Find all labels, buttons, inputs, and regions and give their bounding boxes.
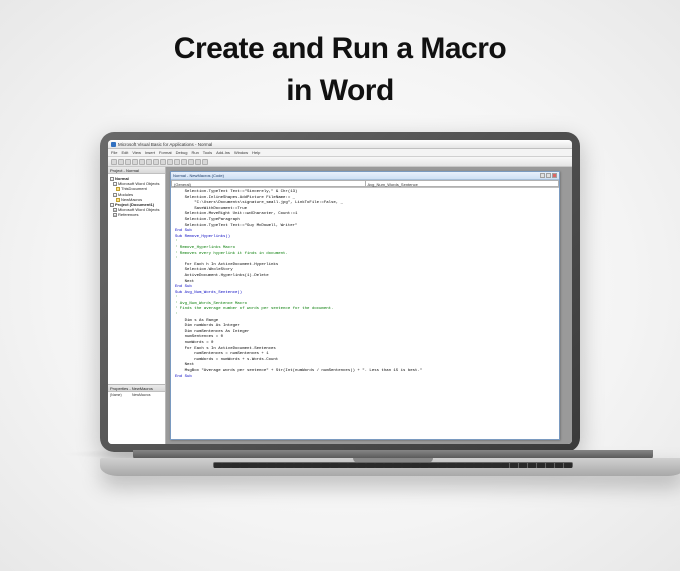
main-area: Project - Normal -Normal -Microsoft Word… [108, 167, 572, 444]
toolbar-button[interactable] [195, 159, 201, 165]
toolbar-button[interactable] [111, 159, 117, 165]
toolbar[interactable] [108, 157, 572, 167]
project-explorer-header: Project - Normal [108, 167, 165, 174]
toolbar-button[interactable] [146, 159, 152, 165]
app-icon [111, 142, 116, 147]
properties-grid[interactable]: (Name) NewMacros [108, 392, 165, 398]
menubar[interactable]: File Edit View Insert Format DebugRun Tools Add… [108, 149, 572, 157]
properties-pane: Properties - NewMacros (Name) NewMacros [108, 384, 165, 444]
code-dropdowns: (General) Avg_Num_Words_Sentence [171, 180, 559, 188]
laptop-deck [100, 458, 680, 476]
toolbar-button[interactable] [118, 159, 124, 165]
properties-header: Properties - NewMacros [108, 385, 165, 392]
toolbar-button[interactable] [125, 159, 131, 165]
menu-debug[interactable]: Debug [176, 150, 188, 155]
menu-format[interactable]: Format [159, 150, 172, 155]
close-button[interactable] [552, 173, 557, 178]
toolbar-button[interactable] [153, 159, 159, 165]
minimize-button[interactable] [540, 173, 545, 178]
mdi-area: Normal - NewMacros (Code) (General) Avg_… [166, 167, 572, 444]
object-dropdown[interactable]: (General) [171, 180, 366, 187]
laptop-illustration: Microsoft Visual Basic for Applications … [100, 132, 580, 474]
vba-editor-window: Microsoft Visual Basic for Applications … [108, 140, 572, 444]
laptop-screen: Microsoft Visual Basic for Applications … [108, 140, 572, 444]
prop-name-label: (Name) [110, 393, 132, 397]
toolbar-button[interactable] [174, 159, 180, 165]
laptop-screen-frame: Microsoft Visual Basic for Applications … [100, 132, 580, 452]
menu-view[interactable]: View [132, 150, 141, 155]
toolbar-button[interactable] [188, 159, 194, 165]
menu-tools[interactable]: Tools [203, 150, 212, 155]
procedure-dropdown[interactable]: Avg_Num_Words_Sentence [366, 180, 560, 187]
menu-file[interactable]: File [111, 150, 117, 155]
window-title: Microsoft Visual Basic for Applications … [118, 142, 212, 147]
headline-line1: Create and Run a Macro [0, 28, 680, 70]
headline: Create and Run a Macro in Word [0, 0, 680, 112]
maximize-button[interactable] [546, 173, 551, 178]
menu-run[interactable]: Run [191, 150, 198, 155]
toolbar-button[interactable] [139, 159, 145, 165]
toolbar-button[interactable] [202, 159, 208, 165]
toolbar-button[interactable] [167, 159, 173, 165]
headline-line2: in Word [0, 70, 680, 112]
code-window-title: Normal - NewMacros (Code) [173, 173, 540, 178]
laptop-base [100, 450, 680, 474]
side-pane: Project - Normal -Normal -Microsoft Word… [108, 167, 166, 444]
code-window: Normal - NewMacros (Code) (General) Avg_… [170, 171, 560, 440]
menu-edit[interactable]: Edit [121, 150, 128, 155]
window-titlebar[interactable]: Microsoft Visual Basic for Applications … [108, 140, 572, 149]
toolbar-button[interactable] [132, 159, 138, 165]
menu-window[interactable]: Window [234, 150, 248, 155]
laptop-keyboard [213, 462, 573, 468]
toolbar-button[interactable] [181, 159, 187, 165]
menu-insert[interactable]: Insert [145, 150, 155, 155]
menu-help[interactable]: Help [252, 150, 260, 155]
code-window-titlebar[interactable]: Normal - NewMacros (Code) [171, 172, 559, 180]
code-editor[interactable]: Selection.TypeText Text:="Sincerely," & … [171, 188, 559, 439]
tree-references[interactable]: References [118, 212, 138, 217]
menu-add-ins[interactable]: Add-Ins [216, 150, 230, 155]
toolbar-button[interactable] [160, 159, 166, 165]
prop-name-value[interactable]: NewMacros [132, 393, 150, 397]
project-tree[interactable]: -Normal -Microsoft Word Objects ThisDocu… [108, 174, 165, 384]
